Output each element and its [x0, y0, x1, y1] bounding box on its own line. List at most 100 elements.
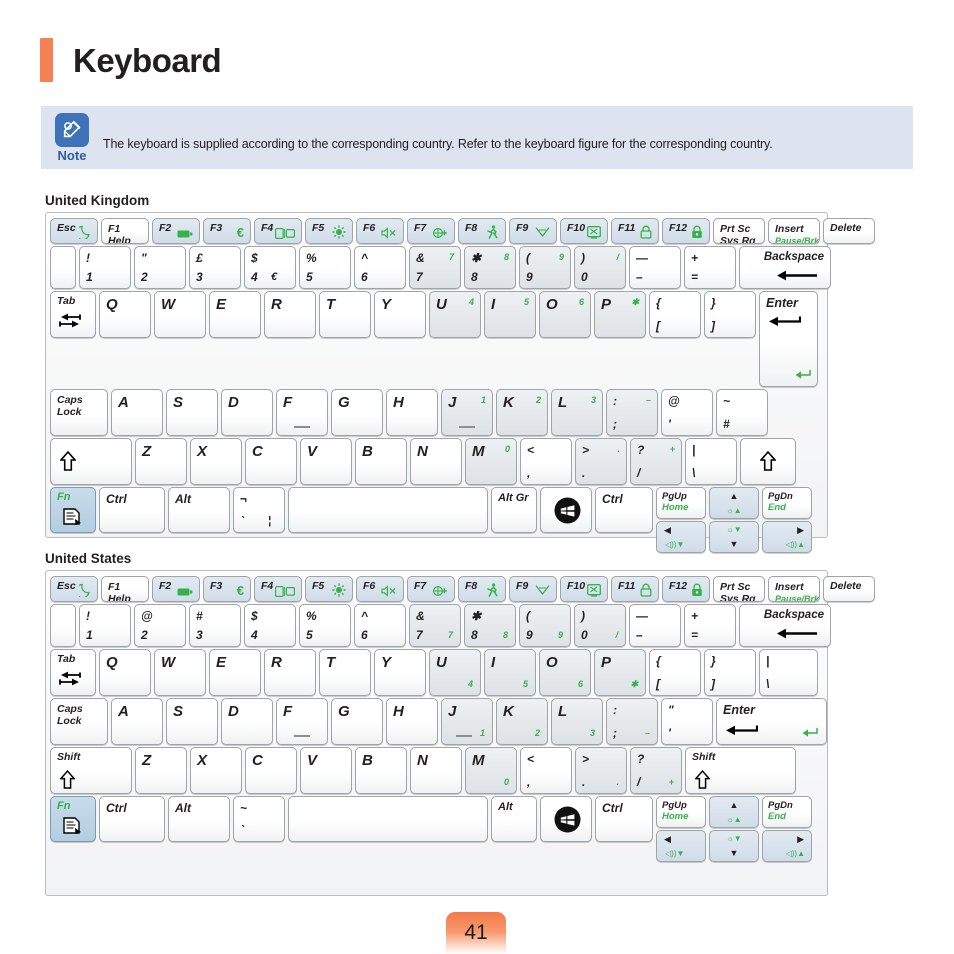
key-k[interactable]: K2	[496, 389, 548, 436]
key-1[interactable]: ! 1	[79, 604, 131, 647]
key-3[interactable]: £3	[189, 246, 241, 289]
key-arrow-down[interactable]: ☼▼ ▼	[709, 521, 759, 553]
key-v[interactable]: V	[300, 747, 352, 794]
key-alt-right[interactable]: Alt	[491, 796, 537, 842]
key-4[interactable]: $4	[244, 604, 296, 647]
key-arrow-up[interactable]: ▲ ☼▲	[709, 796, 759, 828]
key-equals[interactable]: + =	[684, 604, 736, 647]
key-f1-help[interactable]: F1 Help	[101, 218, 149, 244]
key-s[interactable]: S	[166, 389, 218, 436]
key-bracket-left[interactable]: {[	[649, 649, 701, 696]
key-f3-euro[interactable]: F3 €	[203, 218, 251, 244]
key-l[interactable]: L3	[551, 698, 603, 745]
key-esc[interactable]: Esc	[50, 218, 98, 244]
key-w[interactable]: W	[154, 649, 206, 696]
key-f6-mute[interactable]: F6	[356, 576, 404, 602]
key-f[interactable]: F	[276, 698, 328, 745]
key-backspace[interactable]: Backspace	[739, 604, 831, 647]
key-c[interactable]: C	[245, 747, 297, 794]
key-windows[interactable]	[540, 487, 592, 533]
key-f12-secure-lock[interactable]: F12	[662, 218, 710, 244]
key-e[interactable]: E	[209, 649, 261, 696]
key-ctrl-right[interactable]: Ctrl	[595, 487, 653, 533]
key-slash[interactable]: ? / +	[630, 747, 682, 794]
key-u[interactable]: U4	[429, 291, 481, 338]
key-d[interactable]: D	[221, 389, 273, 436]
key-4[interactable]: $4 €	[244, 246, 296, 289]
key-j[interactable]: J1	[441, 698, 493, 745]
key-equals[interactable]: + =	[684, 246, 736, 289]
key-c[interactable]: C	[245, 438, 297, 485]
key-b[interactable]: B	[355, 438, 407, 485]
key-f9-wireless[interactable]: F9	[509, 218, 557, 244]
key-t[interactable]: T	[319, 649, 371, 696]
key-f8-performance[interactable]: F8	[458, 218, 506, 244]
key-f2-battery[interactable]: F2	[152, 576, 200, 602]
key-ctrl-right[interactable]: Ctrl	[595, 796, 653, 842]
key-pgdn-end[interactable]: PgDn End	[762, 487, 812, 519]
key-arrow-left[interactable]: ◀ ◁))▼	[656, 521, 706, 553]
key-notsign-uk[interactable]: ¬ ` ¦	[233, 487, 285, 533]
key-caps-lock[interactable]: Caps Lock	[50, 389, 108, 436]
key-semicolon[interactable]: :; –	[606, 389, 658, 436]
key-shift-left[interactable]: Shift	[50, 747, 132, 794]
key-pgup-home[interactable]: PgUp Home	[656, 796, 706, 828]
key-print-screen[interactable]: Prt Sc Sys Rq	[713, 576, 765, 602]
key-hash-uk[interactable]: ~ #	[716, 389, 768, 436]
key-9[interactable]: (9 9	[519, 604, 571, 647]
key-f12-secure-lock[interactable]: F12	[662, 576, 710, 602]
key-caps-lock[interactable]: Caps Lock	[50, 698, 108, 745]
key-f7-network[interactable]: F7	[407, 218, 455, 244]
key-i[interactable]: I5	[484, 291, 536, 338]
key-f10-touchpad[interactable]: F10	[560, 218, 608, 244]
key-0[interactable]: ) 0/	[574, 604, 626, 647]
key-g[interactable]: G	[331, 389, 383, 436]
key-f3-euro[interactable]: F3 €	[203, 576, 251, 602]
key-m[interactable]: M0	[465, 438, 517, 485]
key-t[interactable]: T	[319, 291, 371, 338]
key-alt-left[interactable]: Alt	[168, 487, 230, 533]
key-9[interactable]: (9 9	[519, 246, 571, 289]
key-tilde-us[interactable]: ~ `	[233, 796, 285, 842]
key-h[interactable]: H	[386, 389, 438, 436]
key-f2-battery[interactable]: F2	[152, 218, 200, 244]
key-ctrl-left[interactable]: Ctrl	[99, 796, 165, 842]
key-0[interactable]: ) 0/	[574, 246, 626, 289]
key-z[interactable]: Z	[135, 438, 187, 485]
key-period[interactable]: >..	[575, 747, 627, 794]
key-s[interactable]: S	[166, 698, 218, 745]
key-pgdn-end[interactable]: PgDn End	[762, 796, 812, 828]
key-2[interactable]: " 2	[134, 246, 186, 289]
key-p[interactable]: P ✱	[594, 649, 646, 696]
key-backtick-uk[interactable]	[50, 246, 76, 289]
key-pgup-home[interactable]: PgUp Home	[656, 487, 706, 519]
key-comma[interactable]: <,	[520, 747, 572, 794]
key-o[interactable]: O6	[539, 649, 591, 696]
key-esc[interactable]: Esc	[50, 576, 98, 602]
key-quote-us[interactable]: " '	[661, 698, 713, 745]
key-space[interactable]	[288, 796, 488, 842]
key-6[interactable]: ^ 6	[354, 246, 406, 289]
key-h[interactable]: H	[386, 698, 438, 745]
key-f5-brightness[interactable]: F5	[305, 218, 353, 244]
key-a[interactable]: A	[111, 698, 163, 745]
key-i[interactable]: I5	[484, 649, 536, 696]
key-3[interactable]: #3	[189, 604, 241, 647]
key-y[interactable]: Y	[374, 291, 426, 338]
key-r[interactable]: R	[264, 649, 316, 696]
key-fn[interactable]: Fn	[50, 796, 96, 842]
key-edge-us[interactable]	[50, 604, 76, 647]
key-semicolon[interactable]: :; –	[606, 698, 658, 745]
key-a[interactable]: A	[111, 389, 163, 436]
key-slash[interactable]: ? / +	[630, 438, 682, 485]
key-q[interactable]: Q	[99, 291, 151, 338]
key-y[interactable]: Y	[374, 649, 426, 696]
key-7[interactable]: & 7 7	[409, 604, 461, 647]
key-v[interactable]: V	[300, 438, 352, 485]
key-arrow-right[interactable]: ▶ ◁))▲	[762, 521, 812, 553]
key-enter[interactable]: Enter	[759, 291, 818, 387]
key-backslash-uk[interactable]: | \	[685, 438, 737, 485]
key-f11-lock[interactable]: F11	[611, 218, 659, 244]
key-arrow-down[interactable]: ☼▼ ▼	[709, 830, 759, 862]
key-7[interactable]: & 7 7	[409, 246, 461, 289]
